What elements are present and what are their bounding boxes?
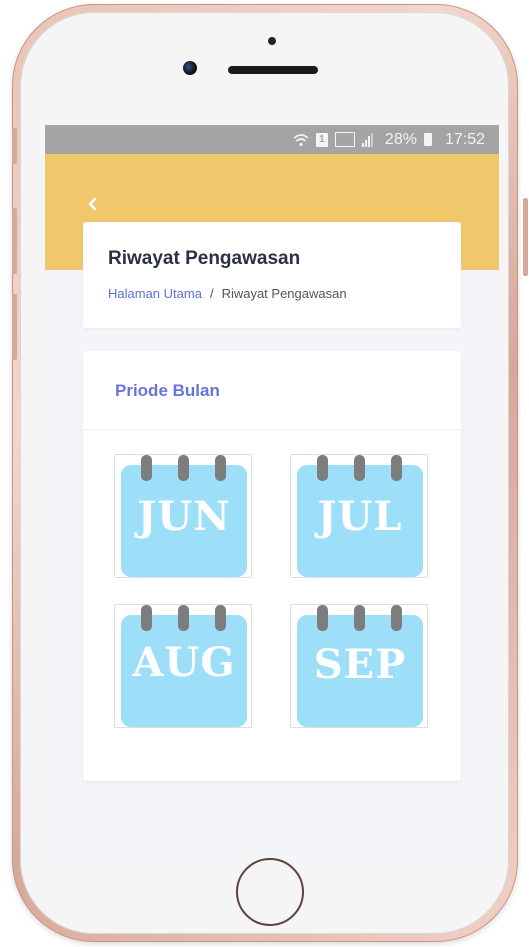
mute-switch [12,128,17,164]
earpiece-speaker [228,66,318,74]
clock: 17:52 [444,130,485,148]
month-tile-jun[interactable]: JUN [114,454,252,578]
month-tile-sep[interactable]: SEP [290,604,428,728]
page-title-card: Riwayat Pengawasan Halaman Utama / Riwayat… [83,222,461,328]
breadcrumb: Halaman Utama / Riwayat Pengawasan [108,286,347,301]
volume-up-button [12,208,17,274]
month-tile-jul[interactable]: JUL [290,454,428,578]
month-label: JUN [137,493,231,540]
breadcrumb-separator: / [209,286,214,301]
month-tile-aug[interactable]: AUG [114,604,252,728]
status-bar: 1 28% 17:52 [45,125,499,154]
divider [83,429,461,430]
home-button[interactable] [236,858,304,926]
breadcrumb-current: Riwayat Pengawasan [221,286,347,301]
battery-icon [423,133,438,146]
no-signal-icon [334,132,355,147]
month-label: AUG [132,639,236,686]
proximity-sensor [268,37,276,45]
page-title: Riwayat Pengawasan [108,248,301,269]
chevron-left-icon[interactable] [87,196,103,214]
power-button [523,198,528,276]
front-camera [183,61,197,75]
month-label: JUL [317,493,403,540]
breadcrumb-home-link[interactable]: Halaman Utama [108,286,202,301]
battery-percent: 28% [384,130,417,148]
period-card-title: Priode Bulan [115,381,220,400]
signal-strength-icon [361,132,373,147]
month-label: SEP [313,641,407,688]
wifi-icon [293,133,309,147]
app-screen: 1 28% 17:52 Riwayat Pengawasan Halaman U… [45,125,499,858]
period-card: Priode Bulan JUN JUL AUG SEP [83,351,461,781]
volume-down-button [12,294,17,360]
sim-card-icon: 1 [315,132,328,147]
